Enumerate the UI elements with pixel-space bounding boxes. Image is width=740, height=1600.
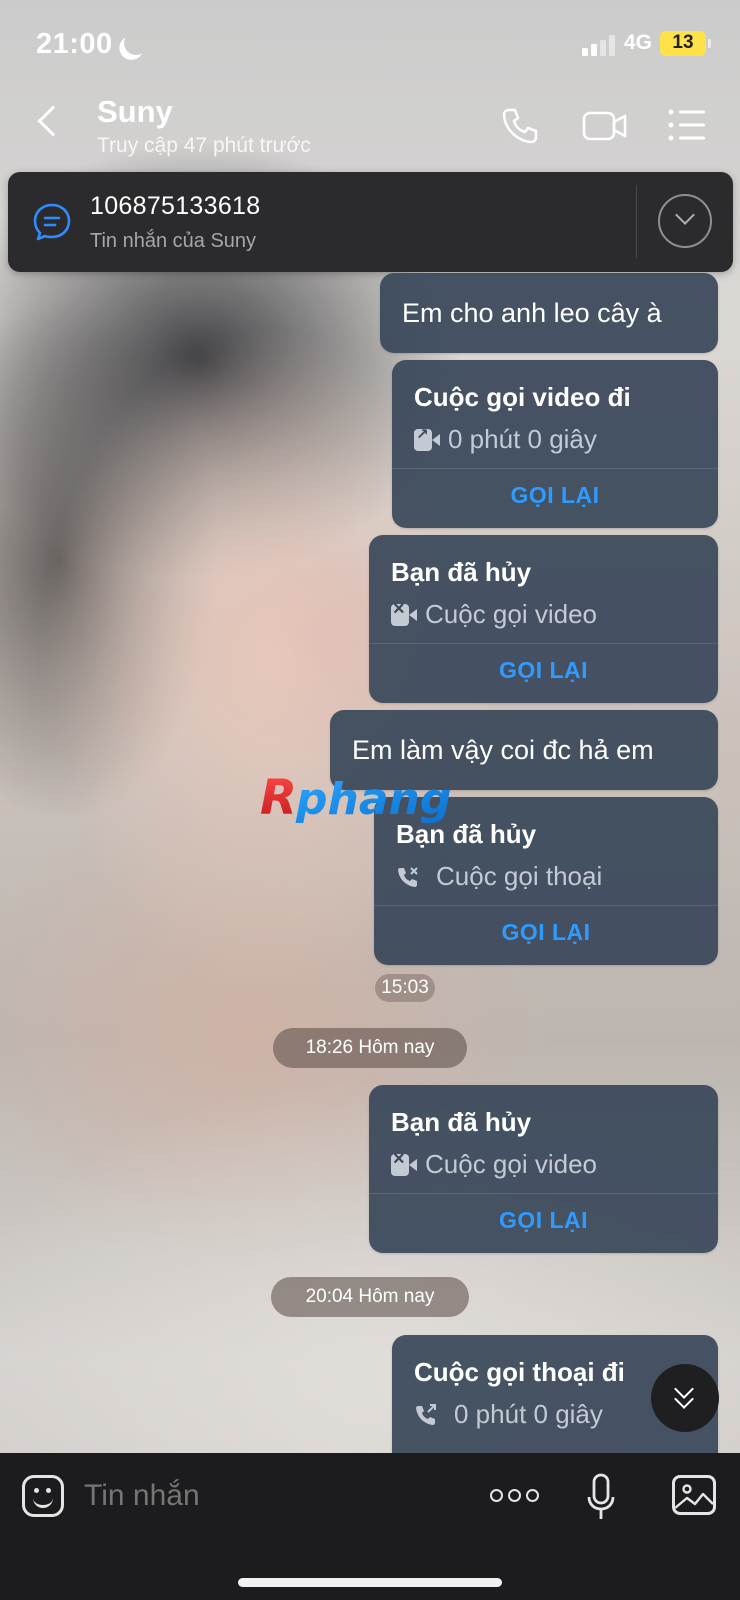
call-bubble: Bạn đã hủy Cuộc gọi video GỌI LẠI [369,1085,718,1253]
call-back-button[interactable]: GỌI LẠI [369,657,718,684]
phone-icon[interactable] [500,106,540,146]
status-time: 21:00 [36,28,113,60]
outgoing-video-icon [414,425,440,451]
call-back-button[interactable]: GỌI LẠI [392,482,718,509]
call-detail: Cuộc gọi video [425,599,597,629]
call-bubble: Cuộc gọi video đi 0 phút 0 giây GỌI LẠI [392,360,718,528]
chat-header: Suny Truy cập 47 phút trước [0,88,740,170]
call-title: Bạn đã hủy [391,557,532,587]
call-detail: Cuộc gọi thoại [436,861,603,891]
more-icon[interactable] [490,1489,540,1503]
message-input-bar [0,1453,740,1600]
microphone-icon[interactable] [586,1473,616,1523]
pinned-message-banner[interactable]: 106875133618 Tin nhắn của Suny [8,172,733,272]
call-detail: 0 phút 0 giây [448,424,597,454]
message-text: Em cho anh leo cây à [402,298,662,328]
home-indicator[interactable] [238,1578,502,1587]
cancelled-video-icon [391,1148,417,1176]
call-back-button[interactable]: GỌI LẠI [369,1207,718,1234]
message-bubble[interactable]: Em cho anh leo cây à [380,273,718,353]
menu-icon[interactable] [668,108,706,142]
battery-level: 13 [672,32,694,53]
svg-text:phang: phang [295,774,451,825]
date-separator: 20:04 Hôm nay [271,1277,469,1317]
call-detail: Cuộc gọi video [425,1149,597,1179]
date-separator: 18:26 Hôm nay [273,1028,467,1068]
message-input[interactable] [84,1473,464,1519]
sticker-icon[interactable] [22,1475,64,1517]
call-title: Cuộc gọi thoại đi [414,1357,625,1387]
svg-text:R: R [260,770,297,826]
rphang-watermark-logo: R phang [260,770,451,826]
back-icon[interactable] [37,105,69,137]
last-seen-status: Truy cập 47 phút trước [97,134,311,157]
scroll-to-bottom-button[interactable] [651,1364,719,1432]
pinned-subtitle: Tin nhắn của Suny [90,230,257,252]
status-bar: 21:00 4G 13 [0,0,740,88]
call-title: Bạn đã hủy [391,1107,532,1137]
call-bubble: Bạn đã hủy Cuộc gọi video GỌI LẠI [369,535,718,703]
call-title: Cuộc gọi video đi [414,382,631,412]
chat-bubble-icon [33,203,71,241]
moon-icon [121,28,152,59]
network-type: 4G [624,31,653,54]
pinned-title: 106875133618 [90,192,261,220]
battery-icon: 13 [660,31,711,56]
video-camera-icon[interactable] [582,108,628,144]
call-back-button[interactable]: GỌI LẠI [374,919,718,946]
image-icon[interactable] [672,1475,716,1515]
chevron-down-icon[interactable] [658,194,712,248]
message-time: 15:03 [375,974,435,1002]
call-detail: 0 phút 0 giây [454,1399,603,1429]
signal-icon [582,34,618,56]
contact-name[interactable]: Suny [97,94,173,130]
cancelled-video-icon [391,598,417,626]
message-text: Em làm vậy coi đc hả em [352,735,654,765]
cancelled-call-icon [398,866,418,887]
outgoing-call-icon [416,1403,436,1425]
